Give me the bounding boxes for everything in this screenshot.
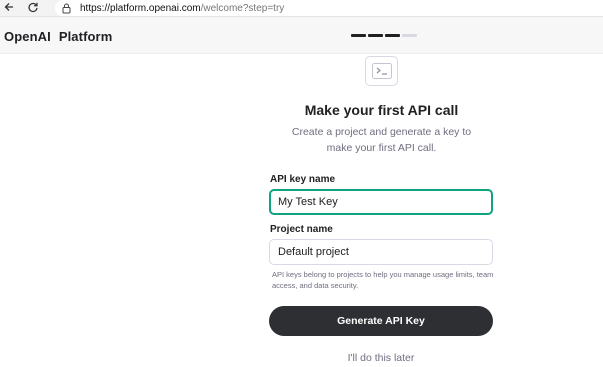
back-arrow-icon[interactable] <box>2 0 16 14</box>
page-title: Make your first API call <box>304 102 459 118</box>
page-subtitle: Create a project and generate a key to m… <box>291 126 472 154</box>
api-key-name-label: API key name <box>270 174 336 185</box>
api-key-name-input[interactable] <box>269 189 493 215</box>
progress-step <box>351 34 366 37</box>
url-text: https://platform.openai.com/welcome?step… <box>80 3 284 14</box>
generate-api-key-button[interactable]: Generate API Key <box>269 306 493 336</box>
progress-step <box>402 34 417 37</box>
reload-icon[interactable] <box>26 0 40 14</box>
project-name-input[interactable] <box>269 239 493 265</box>
skip-link[interactable]: I'll do this later <box>300 352 462 364</box>
browser-toolbar: https://platform.openai.com/welcome?step… <box>0 0 603 17</box>
terminal-icon <box>365 56 398 86</box>
lock-icon[interactable] <box>62 2 72 14</box>
url-path: /welcome?step=try <box>200 2 285 14</box>
project-name-label: Project name <box>270 224 333 235</box>
progress-step <box>385 34 400 37</box>
brand-name: OpenAI <box>4 29 51 44</box>
url-host: https://platform.openai.com <box>80 2 201 14</box>
onboarding-progress <box>351 34 417 37</box>
brand-product: Platform <box>58 29 113 44</box>
help-text: API keys belong to projects to help you … <box>272 270 494 290</box>
app-header: OpenAI Platform <box>0 17 603 54</box>
brand-logo[interactable]: OpenAI Platform <box>4 29 112 44</box>
progress-step <box>368 34 383 37</box>
address-bar[interactable]: https://platform.openai.com/welcome?step… <box>55 0 603 16</box>
